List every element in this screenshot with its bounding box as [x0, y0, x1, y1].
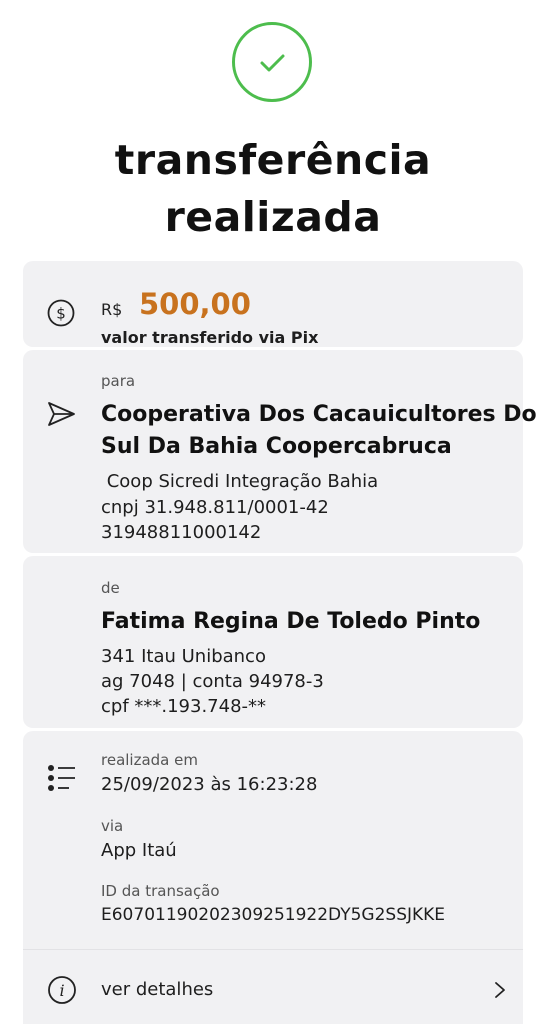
date-value: 25/09/2023 às 16:23:28 [101, 774, 318, 795]
via-label: via [101, 817, 124, 835]
success-check-icon [232, 22, 312, 102]
recipient-card: para Cooperativa Dos Cacauicultores Do S… [23, 350, 537, 553]
recipient-name-line2: Sul Da Bahia Coopercabruca [101, 434, 452, 459]
svg-text:i: i [59, 981, 64, 1000]
transaction-id-label: ID da transação [101, 882, 220, 900]
svg-text:$: $ [56, 305, 66, 323]
amount-value: 500,00 [139, 287, 251, 321]
send-icon [47, 400, 77, 432]
amount-subtitle: valor transferido via Pix [101, 328, 319, 347]
transaction-info-card: realizada em 25/09/2023 às 16:23:28 via … [23, 731, 523, 1024]
currency-label: R$ [101, 300, 123, 319]
recipient-name-line1: Cooperativa Dos Cacauicultores Do [101, 402, 537, 427]
recipient-key: 31948811000142 [101, 522, 262, 543]
recipient-cnpj: cnpj 31.948.811/0001-42 [101, 497, 329, 518]
sender-name: Fatima Regina De Toledo Pinto [101, 609, 481, 634]
info-icon: i [47, 975, 77, 1009]
details-button[interactable]: i ver detalhes [23, 950, 523, 1024]
sender-label: de [101, 579, 120, 597]
transaction-id-value: E60701190202309251922DY5G2SSJKKE [101, 905, 446, 925]
recipient-bank: Coop Sicredi Integração Bahia [101, 471, 379, 492]
page-title: transferência realizada [114, 136, 432, 241]
amount-card: $ R$ 500,00 valor transferido via Pix [23, 261, 523, 347]
details-label: ver detalhes [101, 979, 214, 1000]
recipient-label: para [101, 372, 136, 390]
via-value: App Itaú [101, 840, 177, 861]
sender-account: ag 7048 | conta 94978-3 [101, 671, 324, 692]
date-label: realizada em [101, 751, 198, 769]
list-icon [47, 764, 77, 796]
dollar-coin-icon: $ [47, 299, 75, 331]
sender-card: de Fatima Regina De Toledo Pinto 341 Ita… [23, 556, 523, 728]
sender-bank: 341 Itau Unibanco [101, 646, 266, 667]
sender-cpf: cpf ***.193.748-** [101, 696, 267, 717]
chevron-right-icon [493, 980, 507, 1004]
